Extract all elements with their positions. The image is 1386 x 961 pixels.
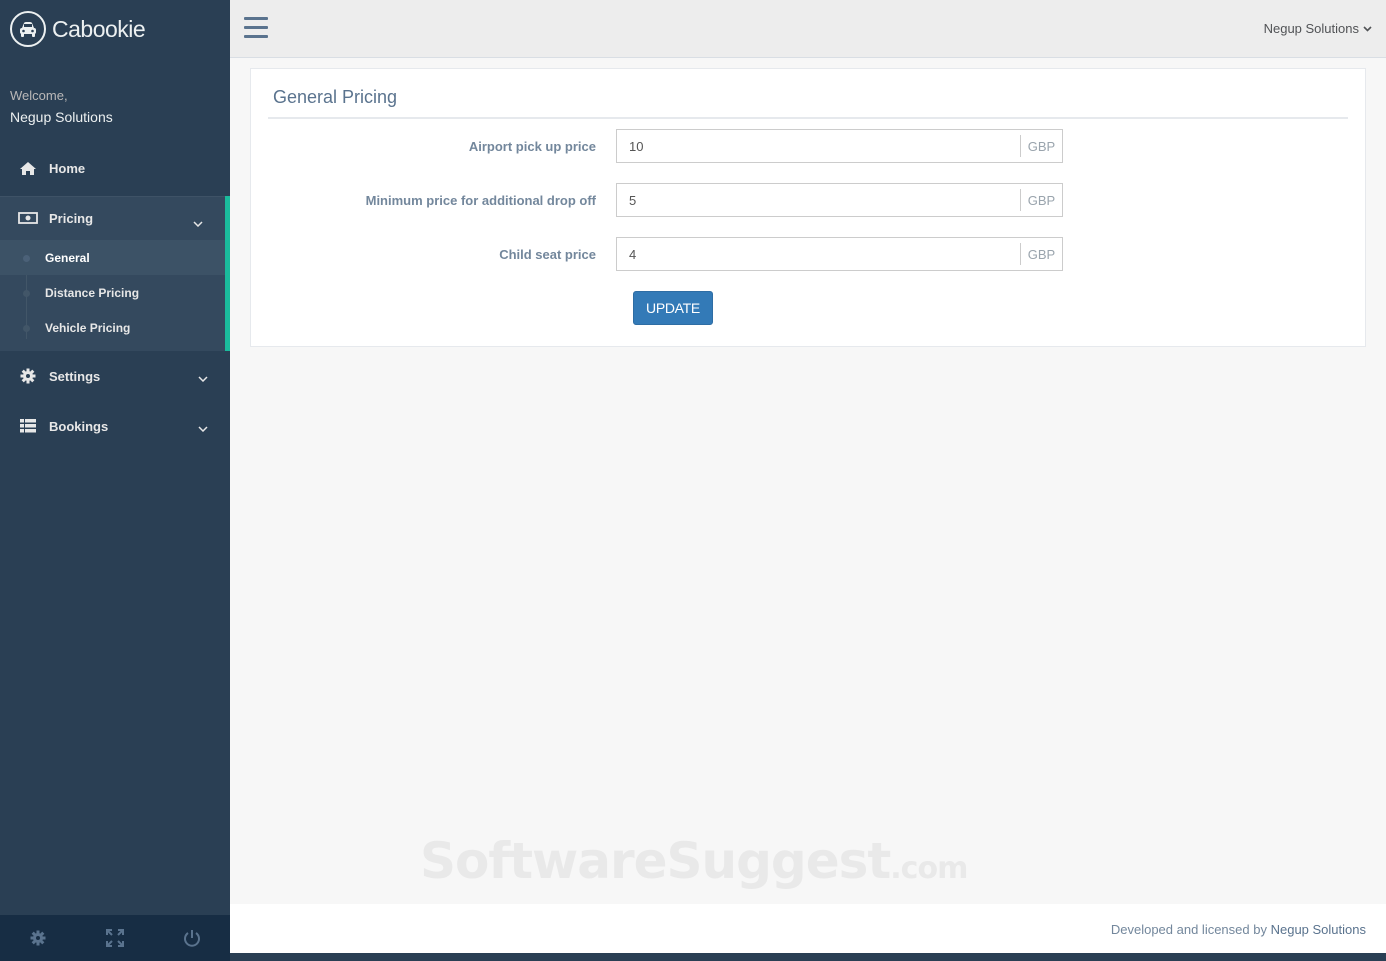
- menu-toggle-icon[interactable]: [244, 17, 268, 39]
- sidebar-item-label: Pricing: [49, 210, 94, 226]
- sidebar-item-label: Settings: [49, 368, 101, 384]
- panel-title: General Pricing: [273, 87, 398, 107]
- panel-divider: [268, 117, 1348, 119]
- submenu-item-general[interactable]: General: [0, 240, 225, 275]
- chevron-down-icon: [1363, 25, 1372, 32]
- footer-prefix: Developed and licensed by: [1110, 922, 1271, 937]
- gear-icon: [18, 368, 38, 384]
- welcome-label: Welcome,: [10, 88, 68, 103]
- sidebar-item-home[interactable]: Home: [0, 143, 230, 193]
- child-seat-price-input[interactable]: [617, 238, 1020, 270]
- bottom-strip: [230, 953, 1386, 961]
- sidebar-item-label: Bookings: [49, 418, 109, 434]
- general-pricing-panel: General Pricing Airport pick up price GB…: [250, 68, 1366, 347]
- drop-off-price-input[interactable]: [617, 184, 1020, 216]
- field-label: Child seat price: [499, 247, 596, 262]
- fullscreen-icon[interactable]: [77, 915, 154, 961]
- chevron-down-icon: [193, 215, 203, 230]
- price-input-group: GBP: [616, 129, 1063, 163]
- form-row-child-seat: Child seat price GBP: [251, 237, 1365, 271]
- user-menu-label: Negup Solutions: [1263, 21, 1359, 36]
- list-icon: [18, 418, 38, 434]
- currency-addon: GBP: [1020, 135, 1062, 157]
- watermark-suffix: .com: [890, 851, 968, 886]
- submenu-item-vehicle-pricing[interactable]: Vehicle Pricing: [0, 310, 225, 345]
- sidebar-item-label: Home: [49, 160, 86, 176]
- welcome-block: Welcome, Negup Solutions: [0, 58, 230, 125]
- price-input-group: GBP: [616, 183, 1063, 217]
- sidebar: Cabookie Welcome, Negup Solutions Home P…: [0, 0, 230, 961]
- watermark-main: SoftwareSuggest: [420, 832, 891, 890]
- sidebar-nav: Home Pricing General Distance Pricing Ve…: [0, 143, 230, 451]
- sidebar-footer: [0, 915, 230, 961]
- brand[interactable]: Cabookie: [0, 0, 230, 58]
- taxi-icon: [10, 11, 46, 47]
- form-row-drop-off: Minimum price for additional drop off GB…: [251, 183, 1365, 217]
- sidebar-item-settings[interactable]: Settings: [0, 351, 230, 401]
- update-button[interactable]: UPDATE: [633, 291, 713, 325]
- pricing-submenu: General Distance Pricing Vehicle Pricing: [0, 240, 225, 345]
- airport-price-input[interactable]: [617, 130, 1020, 162]
- submenu-item-distance-pricing[interactable]: Distance Pricing: [0, 275, 225, 310]
- top-navbar: Negup Solutions: [230, 0, 1386, 58]
- money-icon: [18, 210, 38, 226]
- page-footer: Developed and licensed by Negup Solution…: [230, 904, 1386, 953]
- currency-addon: GBP: [1020, 189, 1062, 211]
- settings-icon[interactable]: [0, 915, 77, 961]
- footer-company-link[interactable]: Negup Solutions: [1271, 922, 1366, 937]
- chevron-down-icon: [198, 420, 208, 435]
- brand-name: Cabookie: [52, 15, 146, 42]
- power-icon[interactable]: [153, 915, 230, 961]
- home-icon: [18, 160, 38, 176]
- currency-addon: GBP: [1020, 243, 1062, 265]
- pricing-group: Pricing General Distance Pricing Vehicle…: [0, 196, 230, 351]
- field-label: Minimum price for additional drop off: [365, 193, 596, 208]
- field-label: Airport pick up price: [468, 139, 596, 154]
- welcome-user: Negup Solutions: [10, 109, 113, 125]
- watermark: SoftwareSuggest.com: [420, 832, 968, 890]
- sidebar-item-bookings[interactable]: Bookings: [0, 401, 230, 451]
- chevron-down-icon: [198, 370, 208, 385]
- form-row-airport: Airport pick up price GBP: [251, 129, 1365, 163]
- price-input-group: GBP: [616, 237, 1063, 271]
- footer-text: Developed and licensed by Negup Solution…: [1111, 922, 1366, 937]
- user-menu[interactable]: Negup Solutions: [1264, 21, 1372, 36]
- sidebar-item-pricing[interactable]: Pricing: [0, 196, 225, 240]
